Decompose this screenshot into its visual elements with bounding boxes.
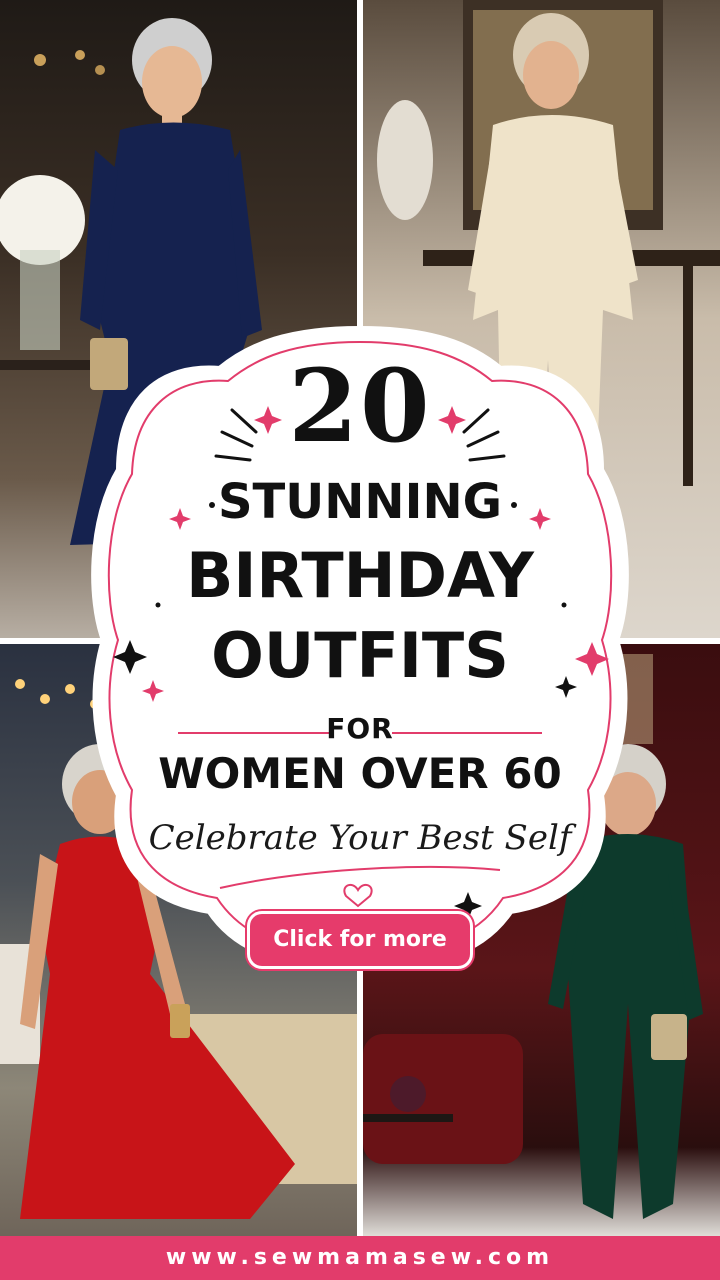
headline-line-birthday: BIRTHDAY <box>186 539 534 612</box>
headline-number: 20 <box>288 347 432 465</box>
tagline: Celebrate Your Best Self <box>148 818 572 858</box>
footer-url[interactable]: www.sewmamasew.com <box>0 1236 720 1280</box>
headline-line-outfits: OUTFITS <box>211 619 509 692</box>
headline-line-women-over-60: WOMEN OVER 60 <box>158 749 562 798</box>
headline-line-for: FOR <box>326 712 394 745</box>
click-for-more-button[interactable]: Click for more <box>250 914 470 966</box>
headline-line-stunning: STUNNING <box>217 474 503 530</box>
